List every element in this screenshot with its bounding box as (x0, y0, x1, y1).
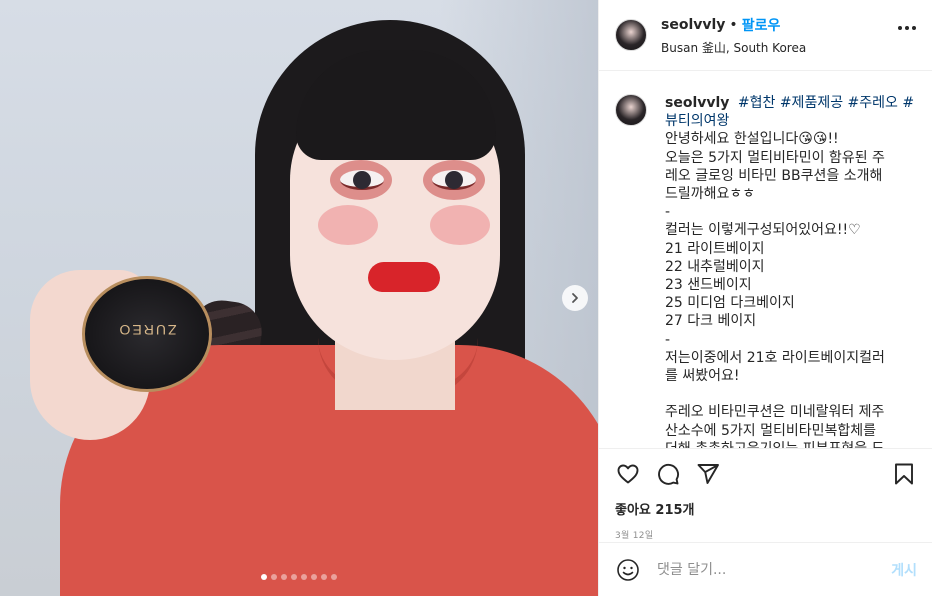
caption-line: 오늘은 5가지 멀티비타민이 함유된 주 (665, 149, 885, 166)
action-icons (615, 459, 917, 489)
caption-line: 주레오 비타민쿠션은 미네랄워터 제주 (665, 404, 885, 421)
carousel-dot (281, 574, 287, 580)
heart-icon (617, 464, 639, 484)
comment-input[interactable] (657, 561, 892, 578)
header-text: seolvvly • 팔로우 Busan 釜山, South Korea (661, 15, 806, 56)
caption-line (665, 385, 915, 403)
carousel-dot (331, 574, 337, 580)
caption-line: 산소수에 5가지 멀티비타민복합체를 (665, 422, 877, 439)
post-actions: 좋아요 215개 3월 12일 (599, 448, 932, 541)
caption-line: 더해 촉촉하고윤기있는 피부표현을 도 (665, 440, 915, 448)
chevron-right-icon (572, 293, 578, 303)
caption-line: - (665, 331, 671, 348)
photo-blush-left (318, 205, 378, 245)
hashtag-link[interactable]: #주레오 (848, 95, 898, 111)
caption-line: 레오 글로잉 비타민 BB쿠션을 소개해 (665, 167, 883, 184)
post-detail-panel: seolvvly • 팔로우 Busan 釜山, South Korea seo… (598, 0, 932, 596)
post-header: seolvvly • 팔로우 Busan 釜山, South Korea (599, 0, 932, 71)
caption-username[interactable]: seolvvly (665, 95, 729, 111)
hashtag-link[interactable]: #협찬 (738, 95, 776, 111)
carousel-indicator (0, 574, 598, 580)
save-button[interactable] (891, 461, 917, 487)
caption-line: 컬러는 이렇게구성되어있어요!!♡ (665, 222, 861, 239)
share-button[interactable] (695, 461, 721, 487)
carousel-dot (301, 574, 307, 580)
caption-line: 안녕하세요 한설입니다😘😘!! (665, 131, 839, 148)
hashtag-link[interactable]: #제품제공 (780, 95, 843, 111)
comment-button[interactable] (655, 461, 681, 487)
photo-eye-right (432, 170, 476, 190)
username-link[interactable]: seolvvly (661, 17, 725, 33)
caption-line: - (665, 204, 671, 221)
photo-lips (368, 262, 440, 292)
photo-blush-right (430, 205, 490, 245)
user-row: seolvvly • 팔로우 (661, 15, 806, 35)
compact-brand-logo: ZUREO (117, 322, 177, 338)
bookmark-icon (895, 463, 913, 485)
post-comment-button[interactable]: 게시 (891, 560, 917, 580)
hashtag-link[interactable]: 뷰티의여왕 (665, 112, 915, 130)
carousel-next-button[interactable] (562, 285, 588, 311)
post-timestamp[interactable]: 3월 12일 (615, 528, 917, 541)
caption-line: 드릴까해요ㅎㅎ (665, 186, 756, 203)
more-dot (912, 26, 916, 30)
caption: seolvvly #협찬 #제품제공 #주레오 # 뷰티의여왕 안녕하세요 한설… (615, 94, 917, 448)
post-media[interactable]: ZUREO (0, 0, 598, 596)
caption-line: 23 샌드베이지 (665, 277, 752, 294)
caption-line: 를 써봤어요! (665, 368, 740, 385)
likes-count[interactable]: 좋아요 215개 (615, 499, 917, 518)
follow-button[interactable]: 팔로우 (742, 15, 781, 35)
caption-text: 안녕하세요 한설입니다😘😘!! 오늘은 5가지 멀티비타민이 함유된 주 레오 글로… (665, 130, 915, 448)
caption-line: 22 내추럴베이지 (665, 258, 765, 275)
carousel-dot (261, 574, 267, 580)
share-icon (697, 464, 719, 484)
emoji-button[interactable] (615, 557, 641, 583)
more-dot (905, 26, 909, 30)
caption-body: seolvvly #협찬 #제품제공 #주레오 # 뷰티의여왕 안녕하세요 한설… (665, 94, 915, 448)
caption-line: 25 미디엄 다크베이지 (665, 295, 795, 312)
caption-line: 저는이중에서 21호 라이트베이지컬러 (665, 349, 885, 366)
caption-line: 21 라이트베이지 (665, 240, 765, 257)
carousel-dot (291, 574, 297, 580)
carousel-dot (271, 574, 277, 580)
smiley-icon (617, 558, 639, 581)
carousel-dot (311, 574, 317, 580)
photo-eye-left (340, 170, 384, 190)
hashtag-link[interactable]: # (902, 95, 914, 111)
avatar[interactable] (615, 19, 647, 51)
comment-icon (658, 463, 679, 485)
carousel-dot (321, 574, 327, 580)
more-dot (898, 26, 902, 30)
caption-line: 27 다크 베이지 (665, 313, 757, 330)
caption-avatar[interactable] (615, 94, 647, 126)
separator-dot: • (729, 16, 738, 33)
location-link[interactable]: Busan 釜山, South Korea (661, 39, 806, 56)
comment-form: 게시 (599, 542, 932, 596)
comments-scroll-area[interactable]: seolvvly #협찬 #제품제공 #주레오 # 뷰티의여왕 안녕하세요 한설… (599, 72, 932, 448)
like-button[interactable] (615, 461, 641, 487)
more-options-icon[interactable] (898, 26, 916, 30)
